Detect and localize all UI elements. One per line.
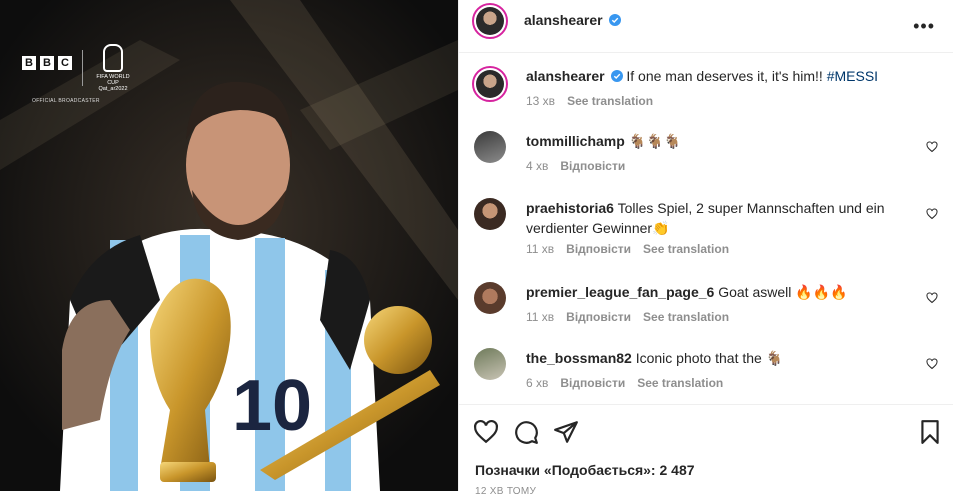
- caption-avatar[interactable]: [472, 66, 508, 102]
- caption-text-line: alanshearer If one man deserves it, it's…: [526, 66, 916, 86]
- like-comment-heart-icon[interactable]: [926, 358, 938, 370]
- author-username[interactable]: alanshearer: [524, 12, 603, 28]
- like-comment-heart-icon[interactable]: [926, 141, 938, 153]
- author-avatar[interactable]: [472, 3, 508, 39]
- commenter-avatar[interactable]: [474, 282, 506, 314]
- comment-text: Goat aswell 🔥🔥🔥: [718, 284, 848, 300]
- comment-meta: 11 хв Відповісти See translation: [526, 242, 729, 256]
- post-timestamp: 12 ХВ ТОМУ: [475, 486, 537, 497]
- comment-row: premier_league_fan_page_6 Goat aswell 🔥🔥…: [474, 282, 944, 330]
- see-translation-button[interactable]: See translation: [637, 376, 723, 390]
- bookmark-icon[interactable]: [917, 419, 943, 445]
- see-translation-button[interactable]: See translation: [643, 310, 729, 324]
- comment-text-line: praehistoria6 Tolles Spiel, 2 super Mann…: [526, 198, 916, 238]
- reply-button[interactable]: Відповісти: [566, 242, 631, 256]
- post-photo: 10: [0, 0, 458, 491]
- commenter-avatar[interactable]: [474, 198, 506, 230]
- caption-time: 13 хв: [526, 94, 556, 108]
- reply-button[interactable]: Відповісти: [560, 376, 625, 390]
- verified-badge-icon: [609, 14, 622, 26]
- bbc-letter: B: [22, 56, 36, 70]
- commenter-avatar[interactable]: [474, 348, 506, 380]
- svg-text:10: 10: [232, 366, 312, 446]
- broadcaster-sub: OFFICIAL BROADCASTER: [32, 98, 100, 104]
- like-comment-heart-icon[interactable]: [926, 292, 938, 304]
- caption-username[interactable]: alanshearer: [526, 68, 605, 84]
- comment-text-line: the_bossman82 Iconic photo that the 🐐: [526, 348, 916, 368]
- comment-time: 6 хв: [526, 376, 549, 390]
- comment-icon[interactable]: [513, 419, 539, 445]
- comment-row: the_bossman82 Iconic photo that the 🐐 6 …: [474, 348, 944, 396]
- comment-meta: 11 хв Відповісти See translation: [526, 310, 729, 324]
- post-actions: Позначки «Подобається»: 2 487 12 ХВ ТОМУ: [458, 404, 953, 497]
- comment-time: 4 хв: [526, 159, 549, 173]
- bbc-logo: B B C: [22, 56, 72, 70]
- share-icon[interactable]: [553, 419, 579, 445]
- caption-text: If one man deserves it, it's him!!: [626, 68, 823, 84]
- fifa-world-cup-logo: FIFA WORLD CUP Qat_ar2022: [90, 44, 136, 92]
- comment-text-line: premier_league_fan_page_6 Goat aswell 🔥🔥…: [526, 282, 916, 302]
- reply-button[interactable]: Відповісти: [566, 310, 631, 324]
- comment-text-line: tommillichamp 🐐🐐🐐: [526, 131, 916, 151]
- comment-username[interactable]: the_bossman82: [526, 350, 632, 366]
- comment-row: tommillichamp 🐐🐐🐐 4 хв Відповісти: [474, 131, 944, 179]
- fifa-event-line1: FIFA WORLD CUP: [96, 74, 130, 86]
- caption-meta: 13 хв See translation: [526, 94, 653, 108]
- post-side-panel: alanshearer ••• alanshearer If one man d…: [458, 0, 953, 497]
- comment-meta: 4 хв Відповісти: [526, 159, 625, 173]
- comment-username[interactable]: premier_league_fan_page_6: [526, 284, 714, 300]
- heart-icon[interactable]: [473, 419, 499, 445]
- fifa-event-line2: Qat_ar2022: [98, 86, 128, 92]
- comment-text: Iconic photo that the 🐐: [635, 350, 784, 366]
- comment-time: 11 хв: [526, 310, 555, 324]
- likes-count[interactable]: Позначки «Подобається»: 2 487: [475, 462, 695, 478]
- verified-badge-icon: [610, 70, 623, 82]
- commenter-avatar[interactable]: [474, 131, 506, 163]
- bbc-letter: C: [58, 56, 72, 70]
- post-image[interactable]: 10 B B C OFFICIAL BROADCASTER FIFA WORLD…: [0, 0, 458, 491]
- comment-username[interactable]: tommillichamp: [526, 133, 625, 149]
- comment-time: 11 хв: [526, 242, 555, 256]
- comment-text: 🐐🐐🐐: [628, 133, 681, 149]
- logo-divider: [82, 50, 83, 86]
- caption-row: alanshearer If one man deserves it, it's…: [472, 66, 944, 114]
- reply-button[interactable]: Відповісти: [560, 159, 625, 173]
- like-comment-heart-icon[interactable]: [926, 208, 938, 220]
- bbc-letter: B: [40, 56, 54, 70]
- comment-username[interactable]: praehistoria6: [526, 200, 614, 216]
- see-translation-button[interactable]: See translation: [567, 94, 653, 108]
- hashtag-link[interactable]: #MESSI: [827, 68, 878, 84]
- comment-meta: 6 хв Відповісти See translation: [526, 376, 723, 390]
- post-header: alanshearer •••: [458, 0, 953, 53]
- comment-row: praehistoria6 Tolles Spiel, 2 super Mann…: [474, 198, 944, 262]
- world-cup-emblem-icon: [103, 44, 123, 72]
- more-options-icon[interactable]: •••: [913, 16, 935, 37]
- see-translation-button[interactable]: See translation: [643, 242, 729, 256]
